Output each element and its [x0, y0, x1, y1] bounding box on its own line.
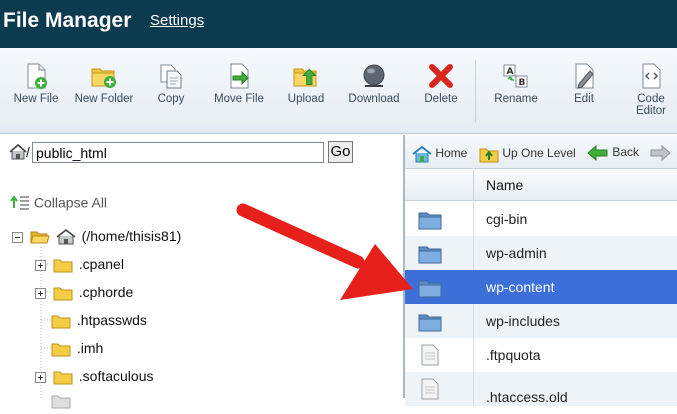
forward-button[interactable] — [649, 144, 671, 162]
copy-label: Copy — [157, 93, 185, 105]
folder-icon — [418, 280, 442, 298]
move-file-icon — [230, 63, 249, 89]
tree-item-label: .imh — [76, 340, 104, 356]
code-editor-label-line1: Code — [637, 93, 665, 105]
edit-icon — [575, 63, 594, 89]
new-file-button[interactable]: New File — [12, 62, 60, 105]
file-name: .htaccess.old — [486, 389, 568, 405]
file-name: .ftpquota — [486, 347, 541, 363]
delete-label: Delete — [424, 93, 458, 105]
folder-icon — [53, 259, 73, 273]
rename-button[interactable]: A B Rename — [490, 62, 542, 105]
upload-button[interactable]: Upload — [284, 62, 328, 105]
expand-toggle[interactable] — [35, 259, 46, 271]
folder-icon — [51, 395, 71, 409]
home-icon — [56, 229, 76, 245]
copy-icon — [160, 64, 182, 89]
tree-item-label: .htpasswds — [76, 312, 147, 328]
file-row-wp-includes[interactable]: wp-includes — [405, 304, 677, 338]
tree-item-partial — [51, 390, 73, 410]
toolbar: New File New Folder Copy Move File Uploa… — [0, 48, 677, 134]
home-icon — [412, 145, 432, 163]
code-editor-button[interactable]: Code Editor — [630, 62, 672, 117]
new-folder-button[interactable]: New Folder — [72, 62, 136, 105]
rename-icon: A B — [503, 64, 528, 88]
rename-label: Rename — [494, 93, 538, 105]
folder-icon — [418, 314, 442, 332]
move-file-button[interactable]: Move File — [210, 62, 268, 105]
up-one-level-button[interactable]: Up One Level — [479, 145, 576, 163]
name-column-header[interactable]: Name — [474, 170, 677, 201]
upload-label: Upload — [287, 93, 325, 105]
edit-label: Edit — [574, 93, 594, 105]
folder-icon — [53, 287, 73, 301]
app-header: File Manager Settings — [0, 0, 677, 48]
back-button[interactable]: Back — [587, 144, 640, 162]
download-button[interactable]: Download — [346, 62, 402, 105]
file-row-cgi-bin[interactable]: cgi-bin — [405, 202, 677, 236]
file-row-htaccess-old[interactable]: .htaccess.old — [405, 372, 677, 406]
upload-icon — [293, 68, 317, 87]
folder-icon — [53, 371, 73, 385]
file-icon — [421, 378, 439, 400]
up-one-level-label: Up One Level — [502, 146, 576, 161]
edit-button[interactable]: Edit — [566, 62, 602, 105]
delete-icon — [429, 64, 453, 88]
file-row-wp-content[interactable]: wp-content — [405, 270, 677, 304]
new-file-icon — [27, 63, 47, 89]
file-icon — [421, 344, 439, 366]
nav-bar: Home Up One Level Back — [405, 135, 677, 169]
tree-item-label: .softaculous — [78, 368, 154, 384]
icon-column-header — [405, 170, 474, 201]
file-list-pane: Home Up One Level Back Name cgi-bin wp-a… — [405, 135, 677, 406]
svg-text:B: B — [519, 78, 526, 88]
download-icon — [363, 64, 385, 87]
back-label: Back — [612, 145, 640, 160]
forward-arrow-icon — [650, 144, 671, 162]
folder-tree-pane: / Go Collapse All (/home/thisis81) .cpan… — [0, 135, 404, 409]
file-name: wp-admin — [486, 245, 547, 261]
settings-link[interactable]: Settings — [150, 12, 204, 29]
tree-root[interactable]: (/home/thisis81) — [12, 226, 181, 246]
delete-button[interactable]: Delete — [420, 62, 462, 105]
folder-icon — [51, 315, 71, 329]
new-folder-icon — [91, 68, 116, 88]
copy-button[interactable]: Copy — [151, 62, 191, 105]
file-row-wp-admin[interactable]: wp-admin — [405, 236, 677, 270]
expand-toggle[interactable] — [35, 287, 46, 299]
tree-item-cpanel[interactable]: .cpanel — [35, 254, 124, 274]
file-name: wp-includes — [486, 313, 560, 329]
home-label: Home — [435, 146, 468, 161]
collapse-toggle[interactable] — [12, 231, 23, 243]
tree-item-cphorde[interactable]: .cphorde — [35, 282, 133, 302]
app-title: File Manager — [3, 9, 132, 32]
tree-root-label: (/home/thisis81) — [81, 228, 182, 244]
home-button[interactable]: Home — [412, 145, 467, 163]
tree-item-label: .cphorde — [78, 284, 134, 300]
download-label: Download — [348, 93, 400, 105]
tree-item-imh[interactable]: .imh — [51, 338, 103, 358]
new-folder-label: New Folder — [74, 93, 134, 105]
new-file-label: New File — [13, 93, 59, 105]
folder-icon — [418, 212, 442, 230]
move-file-label: Move File — [214, 93, 264, 105]
file-row-ftpquota[interactable]: .ftpquota — [405, 338, 677, 372]
tree-item-softaculous[interactable]: .softaculous — [35, 366, 154, 386]
open-folder-icon — [30, 231, 50, 244]
toolbar-separator — [475, 60, 476, 122]
code-editor-icon — [642, 63, 661, 89]
tree-item-label: .cpanel — [78, 256, 124, 272]
expand-toggle[interactable] — [35, 371, 46, 383]
back-arrow-icon — [587, 144, 608, 162]
tree-item-htpasswds[interactable]: .htpasswds — [51, 310, 147, 330]
svg-text:A: A — [507, 67, 514, 77]
folder-icon — [418, 246, 442, 264]
file-name: cgi-bin — [486, 211, 528, 227]
up-folder-icon — [479, 148, 499, 163]
code-editor-label-line2: Editor — [635, 105, 667, 117]
file-name: wp-content — [486, 279, 555, 295]
folder-icon — [51, 343, 71, 357]
